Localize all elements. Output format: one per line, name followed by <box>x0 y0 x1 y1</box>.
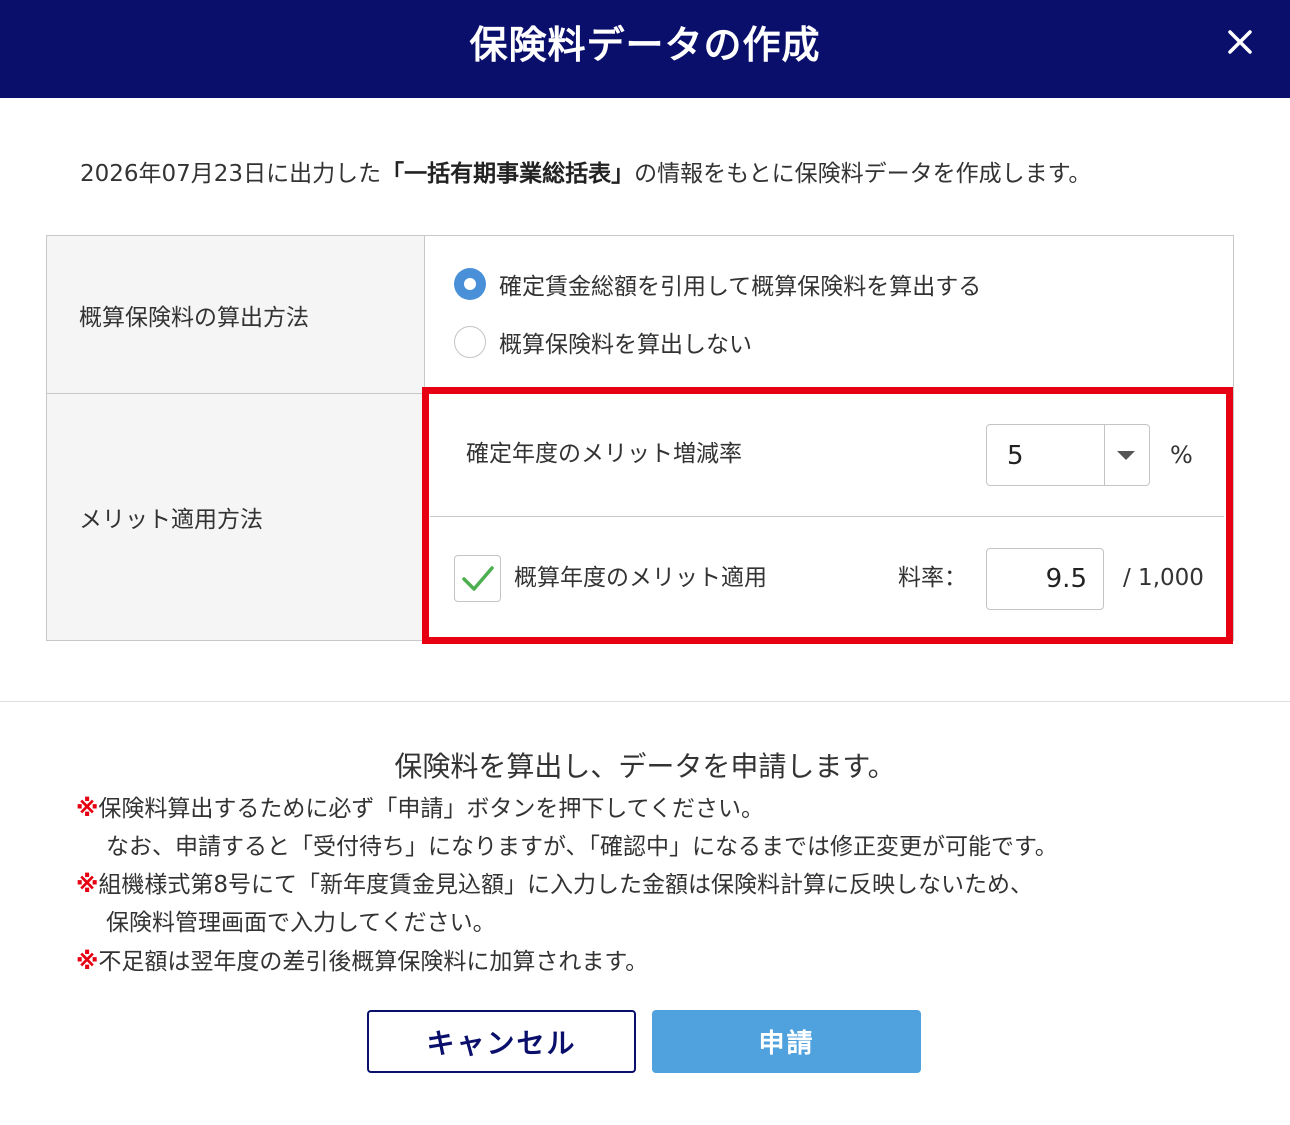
notice-item: ※保険料算出するために必ず「申請」ボタンを押下してください。 <box>76 790 764 828</box>
radio-label-calc: 確定賃金総額を引用して概算保険料を算出する <box>499 274 982 300</box>
notice-heading: 保険料を算出し、データを申請します。 <box>394 750 896 783</box>
radio-label-no-calc: 概算保険料を算出しない <box>499 332 752 358</box>
notice-text: 組機様式第8号にて「新年度賃金見込額」に入力した金額は保険料計算に反映しないため… <box>98 872 1034 898</box>
dialog-title: 保険料データの作成 <box>469 23 821 67</box>
radio-option-no-calc[interactable]: 概算保険料を算出しない <box>454 325 752 359</box>
note-mark: ※ <box>76 796 99 822</box>
notice-item: 保険料管理画面で入力してください。 <box>106 904 496 942</box>
dialog-header: 保険料データの作成 <box>0 0 1290 98</box>
notice-item: なお、申請すると「受付待ち」になりますが、「確認中」になるまでは修正変更が可能で… <box>106 828 1058 866</box>
note-mark: ※ <box>76 949 99 975</box>
cancel-button[interactable]: キャンセル <box>367 1010 636 1073</box>
calc-method-label: 概算保険料の算出方法 <box>47 236 425 394</box>
notice-text: 不足額は翌年度の差引後概算保険料に加算されます。 <box>98 949 649 975</box>
radio-option-calc[interactable]: 確定賃金総額を引用して概算保険料を算出する <box>454 267 981 301</box>
highlight-annotation <box>422 387 1233 644</box>
notice-text: 保険料管理画面で入力してください。 <box>106 910 496 936</box>
notice-text: なお、申請すると「受付待ち」になりますが、「確認中」になるまでは修正変更が可能で… <box>106 834 1058 860</box>
footer-divider <box>0 701 1290 702</box>
intro-text: 2026年07月23日に出力した「一括有期事業総括表」の情報をもとに保険料データ… <box>80 156 1091 192</box>
radio-selected-icon[interactable] <box>454 268 486 300</box>
note-mark: ※ <box>76 872 99 898</box>
close-button[interactable] <box>1220 22 1260 62</box>
merit-method-label: メリット適用方法 <box>47 394 425 640</box>
intro-emphasis: 「一括有期事業総括表」 <box>381 161 635 187</box>
close-icon <box>1228 30 1252 54</box>
notice-item: ※組機様式第8号にて「新年度賃金見込額」に入力した金額は保険料計算に反映しないた… <box>76 866 1033 904</box>
notice-item: ※不足額は翌年度の差引後概算保険料に加算されます。 <box>76 943 648 981</box>
submit-button[interactable]: 申請 <box>652 1010 921 1073</box>
intro-suffix: の情報をもとに保険料データを作成します。 <box>634 161 1092 187</box>
radio-unselected-icon[interactable] <box>454 326 486 358</box>
intro-prefix: 2026年07月23日に出力した <box>80 161 382 187</box>
notice-text: 保険料算出するために必ず「申請」ボタンを押下してください。 <box>98 796 764 822</box>
